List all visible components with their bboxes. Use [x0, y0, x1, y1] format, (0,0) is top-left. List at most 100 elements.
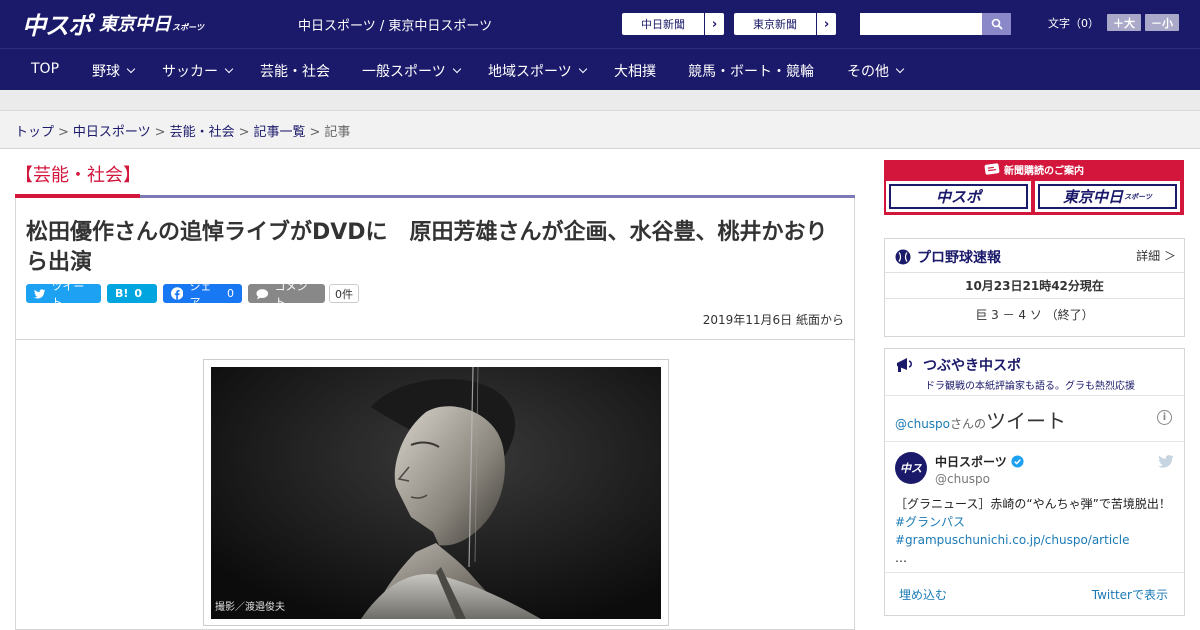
- facebook-count: 0: [227, 287, 234, 300]
- nav-item-sumo[interactable]: 大相撲: [614, 61, 656, 81]
- chevron-down-icon: [895, 64, 905, 74]
- baseball-icon: [895, 249, 911, 265]
- nav-item-baseball[interactable]: 野球: [92, 61, 136, 81]
- breadcrumb-top-link[interactable]: トップ: [15, 125, 54, 140]
- hatena-b-icon: B!: [115, 287, 129, 300]
- font-size-label: 文字（0）: [1048, 16, 1099, 30]
- search-input[interactable]: [860, 13, 982, 35]
- top-header-bar: 中スポ 東京中日スポーツ 中日スポーツ / 東京中日スポーツ 中日新聞 › 東京…: [0, 0, 1200, 48]
- article-photo[interactable]: 撮影／渡邉俊夫: [211, 367, 661, 619]
- facebook-share-button[interactable]: シェア 0: [163, 280, 242, 309]
- tweet-author-name[interactable]: 中日スポーツ: [935, 453, 1024, 470]
- subscription-banner: 新聞購読のご案内 中スポ 東京中日 スポーツ: [884, 160, 1184, 215]
- divider: [885, 395, 1184, 396]
- chevron-right-icon: ›: [704, 13, 724, 35]
- subscribe-chuspo-logo: 中スポ: [889, 184, 1028, 209]
- nav-item-racing[interactable]: 競馬・ボート・競輪: [688, 61, 814, 81]
- site-title: 中日スポーツ / 東京中日スポーツ: [298, 19, 493, 34]
- breadcrumb-entertainment-link[interactable]: 芸能・社会: [170, 125, 235, 140]
- baseball-update-time: 10月23日21時42分現在: [885, 274, 1184, 299]
- nav-item-entertainment[interactable]: 芸能・社会: [260, 61, 330, 81]
- comment-label: コメント: [274, 279, 308, 309]
- photo-frame: 撮影／渡邉俊夫: [203, 359, 669, 626]
- nav-item-regional-sports[interactable]: 地域スポーツ: [488, 61, 587, 81]
- comment-button[interactable]: コメント: [248, 280, 325, 309]
- tweet-hashtag-link[interactable]: #グランパス #grampuschunichi.co.jp/chuspo/art…: [895, 515, 1129, 547]
- twitter-widget-header: つぶやき中スポ ドラ観戦の本紙評論家も語る。グラも熱烈応援: [895, 355, 1135, 392]
- tweet-author-handle[interactable]: @chuspo: [935, 472, 990, 486]
- twitter-bird-icon[interactable]: [1158, 453, 1174, 472]
- nav-item-soccer[interactable]: サッカー: [162, 61, 234, 81]
- subscribe-tokyo-chunichi-logo: 東京中日 スポーツ: [1038, 184, 1177, 209]
- breadcrumb: トップ > 中日スポーツ > 芸能・社会 > 記事一覧 > 記事: [15, 125, 351, 140]
- ad-strip: [0, 90, 1200, 111]
- font-size-control: 文字（0） ＋大 －小: [1048, 14, 1179, 31]
- hatena-count: 0: [134, 287, 143, 300]
- global-nav: TOP 野球 サッカー 芸能・社会 一般スポーツ 地域スポーツ 大相撲 競馬・ボ…: [0, 48, 1200, 90]
- embed-link[interactable]: 埋め込む: [899, 586, 947, 603]
- chevron-down-icon: [578, 64, 587, 74]
- breadcrumb-chuspo-link[interactable]: 中日スポーツ: [73, 125, 151, 140]
- article-headline: 松田優作さんの追悼ライブがDVDに 原田芳雄さんが企画、水谷豊、桃井かおりら出演: [26, 220, 828, 275]
- category-header: 【芸能・社会】: [15, 160, 855, 198]
- nav-item-others[interactable]: その他: [847, 61, 905, 81]
- chevron-down-icon: [452, 64, 461, 74]
- facebook-label: シェア: [189, 279, 212, 309]
- chunichi-shimbun-label: 中日新聞: [641, 18, 685, 31]
- nav-item-top[interactable]: TOP: [31, 61, 59, 77]
- article-header: 松田優作さんの追悼ライブがDVDに 原田芳雄さんが企画、水谷豊、桃井かおりら出演…: [15, 198, 855, 340]
- portrait-image: [211, 367, 661, 619]
- baseball-live-widget: プロ野球速報 詳細 ＞ 10月23日21時42分現在 巨 3 － 4 ソ （終了…: [884, 238, 1185, 337]
- subscription-heading: 新聞購読のご案内: [884, 160, 1184, 178]
- tweets-by-header: @chuspo さんの ツイート: [895, 409, 1067, 433]
- subscribe-chuspo-button[interactable]: 中スポ: [886, 181, 1031, 212]
- baseball-widget-header: プロ野球速報 詳細 ＞: [885, 239, 1184, 273]
- verified-badge-icon: [1011, 455, 1024, 468]
- avatar[interactable]: 中ス: [895, 452, 927, 484]
- chevron-down-icon: [126, 64, 136, 74]
- breadcrumb-bar: トップ > 中日スポーツ > 芸能・社会 > 記事一覧 > 記事: [0, 111, 1200, 149]
- divider: [885, 441, 1184, 442]
- baseball-detail-link[interactable]: 詳細 ＞: [1136, 247, 1176, 264]
- speech-bubble-icon: [256, 288, 269, 299]
- font-decrease-button[interactable]: －小: [1145, 14, 1179, 31]
- tokyo-shimbun-link[interactable]: 東京新聞 ›: [734, 13, 836, 35]
- font-increase-button[interactable]: ＋大: [1107, 14, 1141, 31]
- chevron-down-icon: [224, 64, 234, 74]
- tweet-ellipsis: …: [895, 551, 907, 565]
- newspaper-icon: [984, 163, 1000, 175]
- share-buttons: ツイート B! 0 シェア 0 コメント 0件: [26, 280, 359, 309]
- baseball-score[interactable]: 巨 3 － 4 ソ （終了）: [885, 300, 1184, 330]
- search-box: [860, 13, 1011, 35]
- breadcrumb-list-link[interactable]: 記事一覧: [254, 125, 306, 140]
- chunichi-shimbun-link[interactable]: 中日新聞 ›: [622, 13, 724, 35]
- view-on-twitter-link[interactable]: Twitterで表示: [1092, 586, 1168, 603]
- chevron-right-icon: ›: [816, 13, 836, 35]
- tweet-label: ツイート: [51, 279, 85, 309]
- baseball-widget-title: プロ野球速報: [895, 247, 1001, 267]
- nav-item-general-sports[interactable]: 一般スポーツ: [362, 61, 461, 81]
- twitter-widget-subtitle: ドラ観戦の本紙評論家も語る。グラも熱烈応援: [925, 381, 1135, 392]
- tweet-text: ［グラニュース］赤崎の“やんちゃ弾”で苦境脱出！#グランパス #grampusc…: [895, 497, 1171, 565]
- tokyo-shimbun-label: 東京新聞: [753, 18, 797, 31]
- chuspo-logo-text: 中スポ: [22, 11, 92, 40]
- divider: [885, 572, 1184, 573]
- hatena-bookmark-button[interactable]: B! 0: [107, 284, 157, 303]
- site-logo[interactable]: 中スポ 東京中日スポーツ: [22, 8, 204, 40]
- search-icon: [991, 18, 1003, 30]
- twitter-bird-icon: [34, 288, 46, 298]
- tweets-by-handle-link[interactable]: @chuspo: [895, 417, 950, 431]
- comment-count: 0件: [329, 284, 359, 303]
- tweet-button[interactable]: ツイート: [26, 280, 101, 309]
- tokyo-chunichi-logo-text: 東京中日スポーツ: [99, 14, 204, 35]
- megaphone-icon: [897, 358, 912, 372]
- info-icon[interactable]: i: [1157, 410, 1172, 425]
- search-button[interactable]: [982, 13, 1011, 35]
- subscription-heading-text: 新聞購読のご案内: [1004, 165, 1084, 177]
- subscribe-tokyo-chunichi-button[interactable]: 東京中日 スポーツ: [1035, 181, 1180, 212]
- category-title: 【芸能・社会】: [15, 165, 141, 186]
- twitter-widget: つぶやき中スポ ドラ観戦の本紙評論家も語る。グラも熱烈応援 @chuspo さん…: [884, 348, 1185, 616]
- twitter-widget-title: つぶやき中スポ: [895, 355, 1135, 375]
- article-photo-area: 撮影／渡邉俊夫: [15, 340, 855, 630]
- photo-credit: 撮影／渡邉俊夫: [215, 602, 285, 613]
